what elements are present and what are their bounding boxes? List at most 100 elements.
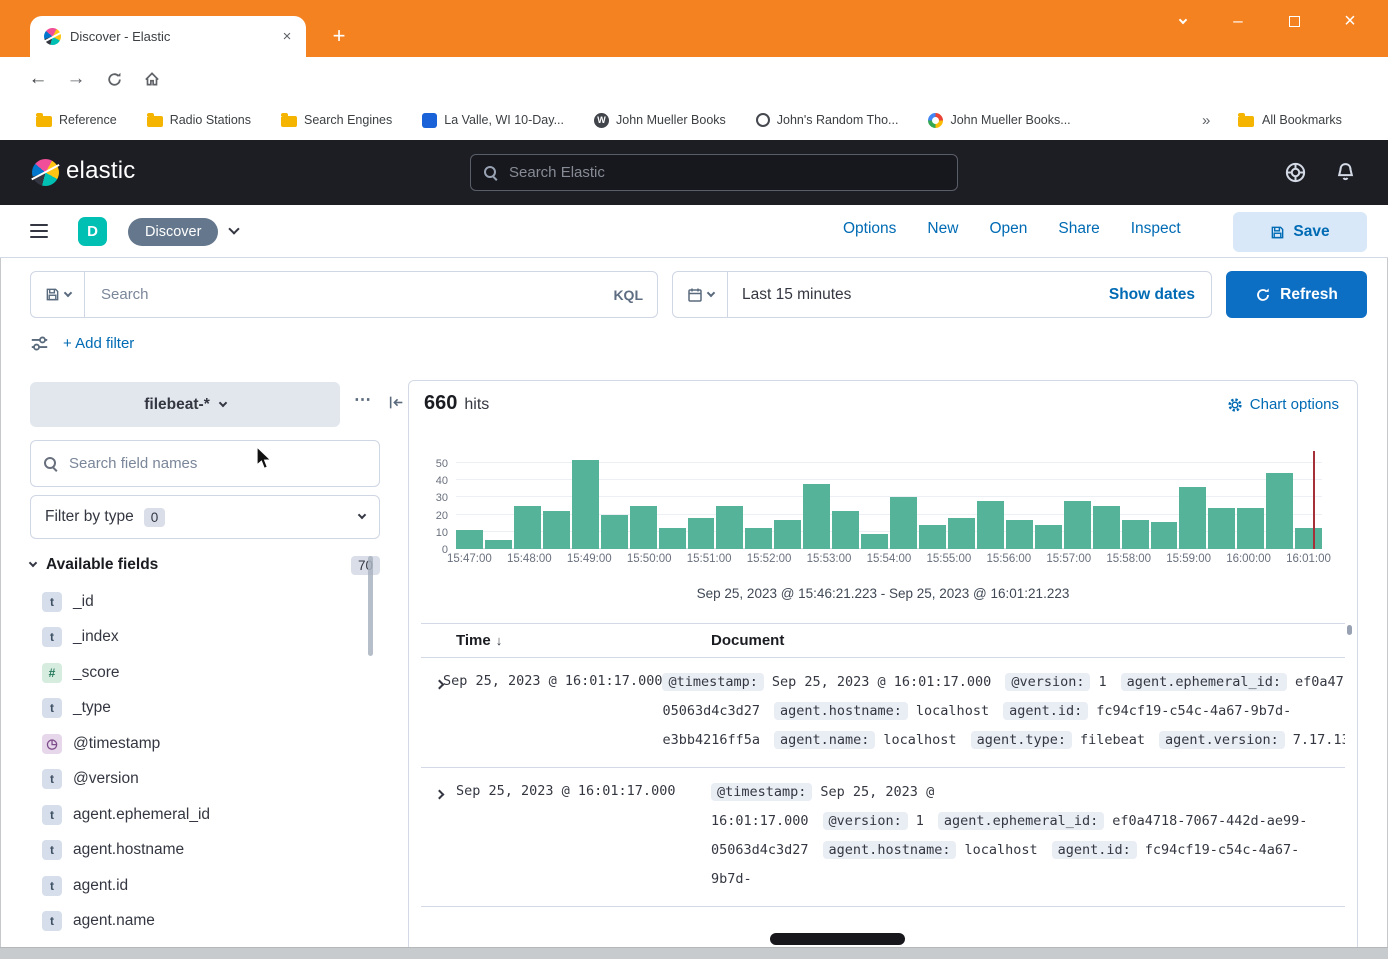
histogram-bar[interactable] [1208,508,1235,549]
field-value[interactable]: localhost [964,842,1037,858]
field-key-chip[interactable]: agent.ephemeral_id: [938,812,1104,830]
bookmarks-overflow-chevrons[interactable]: » [1202,112,1210,129]
field-value[interactable]: filebeat [1080,732,1145,748]
field-key-chip[interactable]: @version: [823,812,908,830]
alerts-icon[interactable] [1334,161,1358,185]
refresh-button[interactable]: Refresh [1226,271,1367,318]
histogram-bar[interactable] [832,511,859,549]
histogram-bar[interactable] [803,484,830,549]
field-key-chip[interactable]: @timestamp: [711,783,812,801]
tab-close-icon[interactable]: × [278,28,296,46]
histogram-bar[interactable] [745,528,772,549]
histogram-bar[interactable] [774,520,801,549]
field-value[interactable]: 1 [1098,674,1106,690]
histogram-bar[interactable] [861,534,888,549]
field-key-chip[interactable]: agent.hostname: [774,702,908,720]
sidebar-field-item[interactable]: t_id [30,584,368,620]
query-language-badge[interactable]: KQL [613,287,643,303]
saved-query-menu-button[interactable] [30,271,85,318]
histogram-bar[interactable] [514,506,541,549]
bookmark-item[interactable]: Radio Stations [147,113,251,127]
field-key-chip[interactable]: agent.type: [971,731,1072,749]
histogram-bar[interactable] [659,528,686,549]
add-filter-button[interactable]: + Add filter [63,335,134,352]
field-key-chip[interactable]: agent.ephemeral_id: [1121,673,1287,691]
field-value[interactable]: 7.17.13 [1293,732,1345,748]
query-input[interactable] [99,285,613,304]
toolbar-link-open[interactable]: Open [989,220,1027,238]
histogram-bar[interactable] [1237,508,1264,549]
histogram-bar[interactable] [1266,473,1293,549]
bookmark-item[interactable]: John's Random Tho... [756,113,899,127]
sidebar-field-item[interactable]: tagent.id [30,868,368,904]
query-input-wrapper[interactable]: KQL [84,271,658,318]
window-maximize-button[interactable] [1277,8,1311,34]
field-search-input[interactable] [67,454,367,473]
toolbar-link-options[interactable]: Options [843,220,896,238]
field-key-chip[interactable]: agent.id: [1052,841,1137,859]
field-key-chip[interactable]: @timestamp: [662,673,763,691]
sidebar-field-item[interactable]: #_score [30,655,368,691]
histogram-bar[interactable] [630,506,657,549]
new-tab-button[interactable]: + [325,23,353,51]
titlebar-chevron-icon[interactable] [1166,8,1200,34]
filter-by-type-select[interactable]: Filter by type 0 [30,495,380,539]
bookmark-item[interactable]: Search Engines [281,113,392,127]
histogram-bar[interactable] [572,460,599,549]
histogram-bar[interactable] [688,518,715,549]
field-value[interactable]: localhost [883,732,956,748]
sidebar-field-item[interactable]: tagent.hostname [30,833,368,869]
toolbar-link-share[interactable]: Share [1058,220,1099,238]
sidebar-field-item[interactable]: t@version [30,762,368,798]
chart-options-button[interactable]: Chart options [1227,396,1339,413]
window-minimize-button[interactable]: – [1221,8,1255,34]
show-dates-button[interactable]: Show dates [1109,286,1211,304]
histogram-bar[interactable] [977,501,1004,549]
breadcrumb-discover[interactable]: Discover [128,218,218,246]
global-search-input[interactable] [507,163,945,182]
field-key-chip[interactable]: agent.id: [1003,702,1088,720]
forward-icon[interactable]: → [62,65,90,93]
bookmark-item[interactable]: La Valle, WI 10-Day... [422,113,564,128]
histogram-bar[interactable] [1295,528,1322,549]
bookmark-item[interactable]: John Mueller Books [594,113,726,128]
histogram-bar[interactable] [1151,522,1178,550]
reload-icon[interactable] [100,65,128,93]
histogram-bar[interactable] [1179,487,1206,549]
field-key-chip[interactable]: agent.name: [774,731,875,749]
home-icon[interactable] [138,65,166,93]
expand-row-button[interactable] [421,778,456,894]
histogram-bar[interactable] [716,506,743,549]
histogram-bar[interactable] [1122,520,1149,549]
field-value[interactable]: Sep 25, 2023 @ 16:01:17.000 [772,674,991,690]
global-search[interactable] [470,154,958,191]
menu-hamburger-icon[interactable] [30,224,48,238]
sort-descending-icon[interactable]: ↓ [496,633,503,648]
field-search[interactable] [30,440,380,487]
window-close-button[interactable]: × [1333,8,1367,34]
help-icon[interactable] [1284,161,1308,185]
sidebar-field-item[interactable]: tagent.ephemeral_id [30,797,368,833]
all-bookmarks-button[interactable]: All Bookmarks [1238,113,1342,127]
space-avatar[interactable]: D [78,217,107,246]
field-list-options-icon[interactable]: ⋯ [354,390,372,410]
bookmark-item[interactable]: Reference [36,113,117,127]
sidebar-field-item[interactable]: t_type [30,691,368,727]
save-button[interactable]: Save [1233,212,1367,252]
histogram-bar[interactable] [485,540,512,549]
histogram-bar[interactable] [1006,520,1033,549]
sidebar-field-item[interactable]: t_index [30,620,368,656]
data-view-selector[interactable]: filebeat-* [30,382,340,427]
field-key-chip[interactable]: agent.version: [1159,731,1285,749]
toolbar-link-new[interactable]: New [927,220,958,238]
sidebar-scrollbar[interactable] [368,556,373,656]
collapse-sidebar-icon[interactable] [388,394,405,411]
back-icon[interactable]: ← [24,65,52,93]
available-fields-header[interactable]: Available fields 70 [30,550,380,580]
sidebar-field-item[interactable]: tagent.name [30,904,368,940]
time-range-value[interactable]: Last 15 minutes [728,286,1109,304]
time-column-header[interactable]: Time ↓ [456,632,711,649]
histogram-bar[interactable] [601,515,628,549]
toolbar-link-inspect[interactable]: Inspect [1131,220,1181,238]
field-value[interactable]: 1 [916,813,924,829]
